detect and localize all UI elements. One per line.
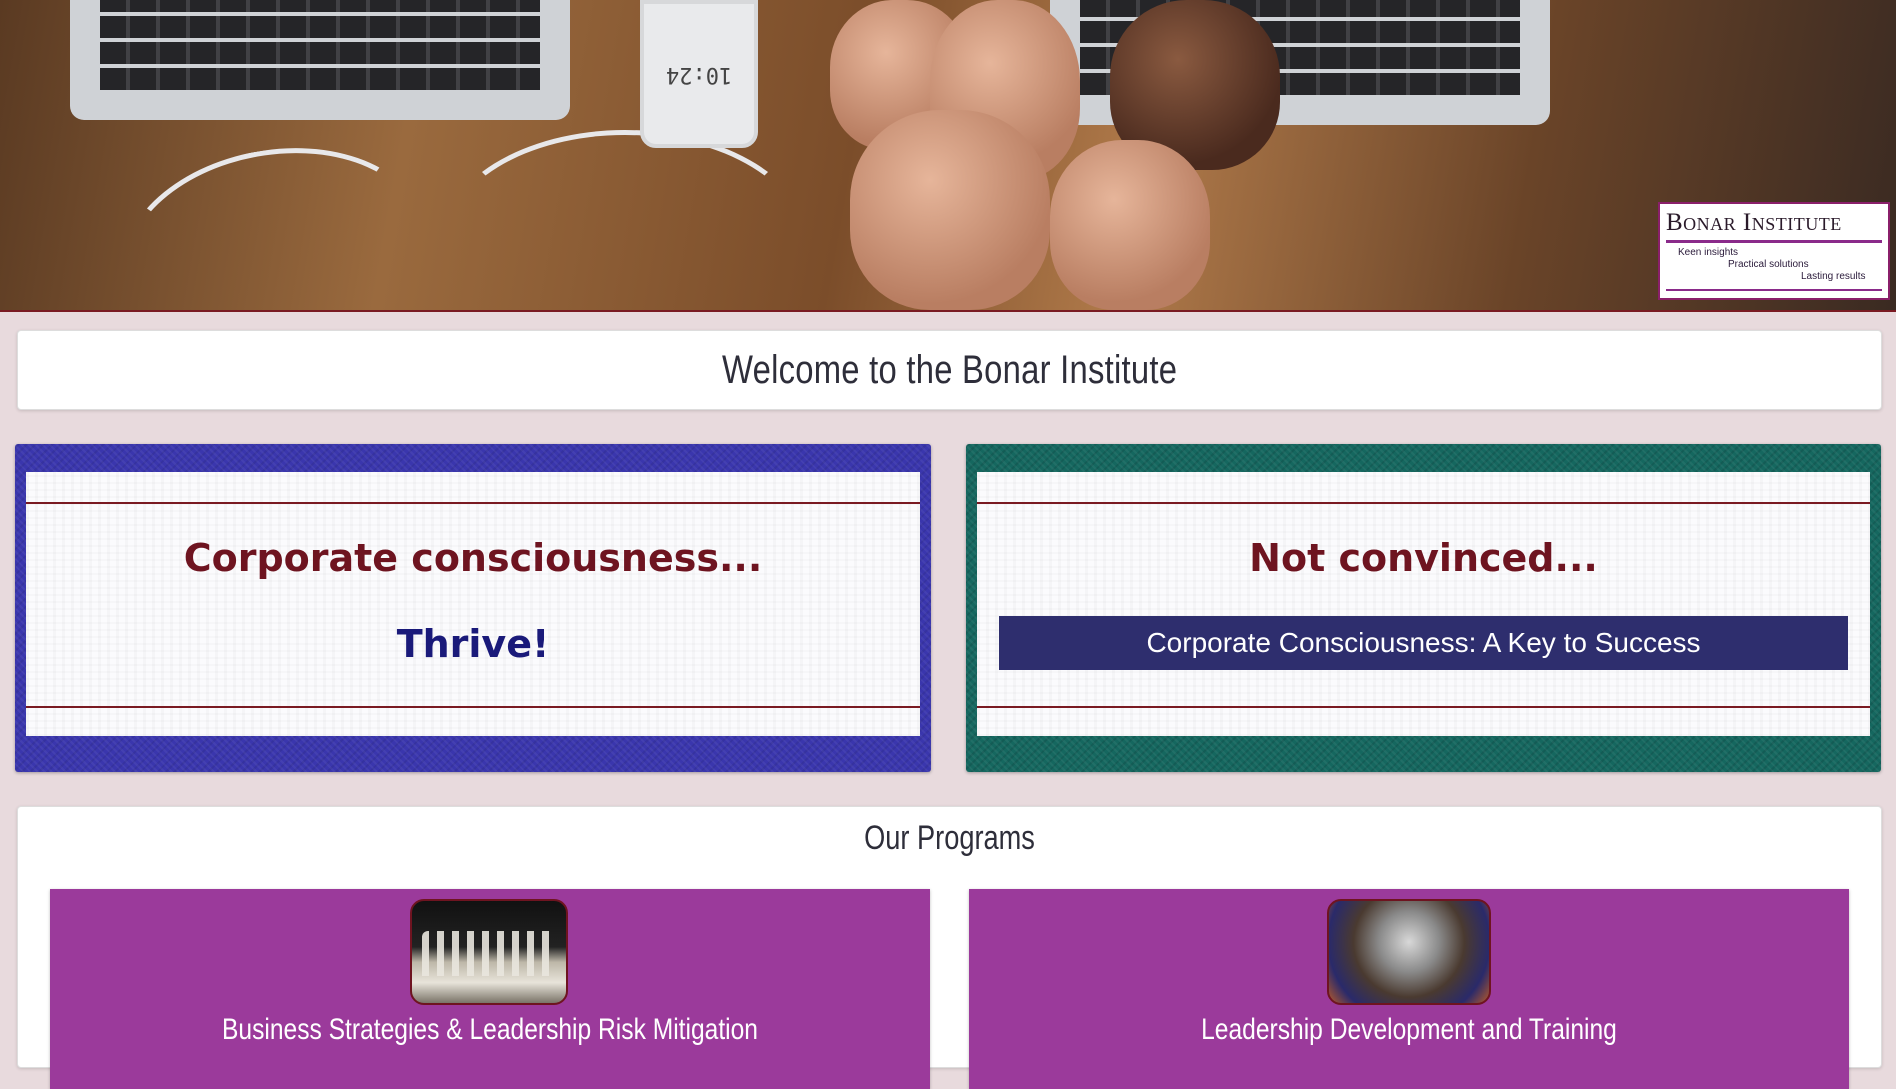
program-card-leadership-development[interactable]: Leadership Development and Training — [969, 889, 1849, 1089]
laptop-left — [70, 0, 570, 120]
programs-title: Our Programs — [864, 819, 1035, 857]
chess-pieces-image — [410, 899, 568, 1005]
bonar-institute-logo[interactable]: Bonar Institute Keen insights Practical … — [1658, 202, 1890, 300]
key-to-success-button[interactable]: Corporate Consciousness: A Key to Succes… — [999, 616, 1848, 670]
divider — [977, 706, 1870, 708]
program-title[interactable]: Leadership Development and Training — [1048, 1013, 1770, 1047]
phone-time: 10:24 — [665, 61, 733, 87]
logo-tagline-3: Lasting results — [1801, 271, 1866, 282]
divider — [26, 502, 920, 504]
fist — [1050, 140, 1210, 310]
phone: 10:24 — [640, 0, 758, 148]
corporate-consciousness-panel: Corporate consciousness... Thrive! — [15, 444, 931, 772]
programs-section: Our Programs Business Strategies & Leade… — [17, 806, 1882, 1089]
welcome-card: Welcome to the Bonar Institute — [17, 330, 1882, 410]
panel-subheading: Thrive! — [396, 622, 550, 666]
divider — [26, 706, 920, 708]
panel-heading: Not convinced... — [1249, 536, 1598, 580]
clock-image — [1327, 899, 1491, 1005]
program-card-business-strategies[interactable]: Business Strategies & Leadership Risk Mi… — [50, 889, 930, 1089]
page-title: Welcome to the Bonar Institute — [721, 347, 1178, 392]
fist — [850, 110, 1050, 310]
logo-name: Bonar Institute — [1666, 209, 1842, 236]
panel-inner: Corporate consciousness... Thrive! — [26, 472, 920, 736]
logo-tagline-1: Keen insights — [1678, 247, 1739, 258]
not-convinced-panel: Not convinced... Corporate Consciousness… — [966, 444, 1881, 772]
hero-banner: 10:24 Bonar Institute Keen insights Prac… — [0, 0, 1896, 312]
panel-inner: Not convinced... Corporate Consciousness… — [977, 472, 1870, 736]
divider — [977, 502, 1870, 504]
logo-tagline-2: Practical solutions — [1728, 259, 1809, 270]
panel-heading: Corporate consciousness... — [183, 536, 763, 580]
program-title[interactable]: Business Strategies & Leadership Risk Mi… — [129, 1013, 851, 1047]
